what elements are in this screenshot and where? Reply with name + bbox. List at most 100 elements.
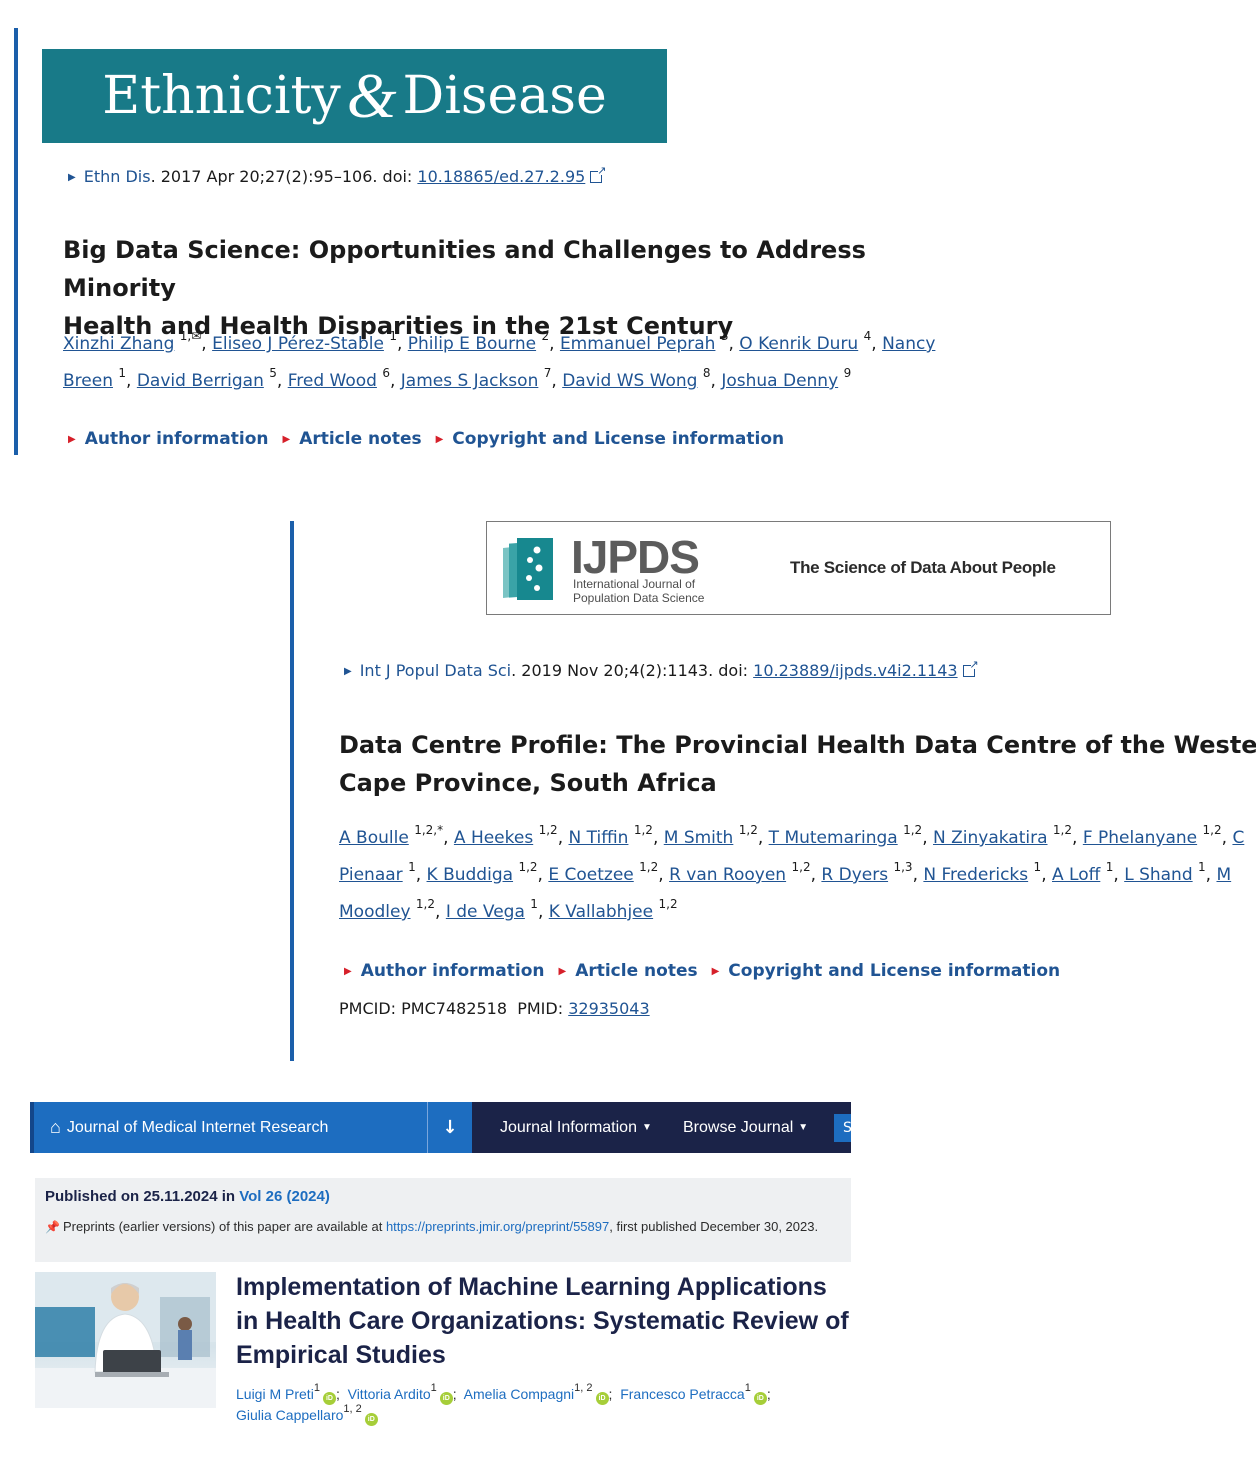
author-link[interactable]: R Dyers [821, 865, 888, 885]
author-link[interactable]: A Boulle [339, 828, 409, 848]
journal-information-menu[interactable]: Journal Information ▼ [500, 1102, 652, 1153]
preprint-suffix: , first published December 30, 2023. [609, 1219, 819, 1234]
copyright-license-toggle[interactable]: ▶ Copyright and License information [712, 961, 1061, 981]
journal-logo-ethnicity-disease[interactable]: Ethnicity & Disease [42, 49, 667, 143]
author-link[interactable]: M [1216, 865, 1231, 885]
journal-abbrev-link[interactable]: Ethn Dis [84, 167, 151, 186]
triangle-right-icon: ▶ [344, 666, 352, 677]
doi-link[interactable]: 10.18865/ed.27.2.95 [417, 167, 585, 186]
author-affiliation: 1,2 [1202, 823, 1222, 838]
author-link[interactable]: David Berrigan [137, 371, 264, 391]
author-information-toggle[interactable]: ▶ Author information [68, 429, 268, 449]
journal-home-link[interactable]: ⌂ Journal of Medical Internet Research [30, 1102, 427, 1153]
author-link[interactable]: L Shand [1124, 865, 1192, 885]
author-link[interactable]: N Fredericks [923, 865, 1028, 885]
author-link[interactable]: R van Rooyen [669, 865, 786, 885]
author-link[interactable]: Fred Wood [288, 371, 377, 391]
truncated-nav-button[interactable]: S [834, 1114, 851, 1142]
caret-right-icon: ▶ [711, 965, 720, 977]
orcid-icon[interactable]: iD [595, 1392, 609, 1405]
section-label: Article notes [299, 429, 422, 449]
author-link[interactable]: A Heekes [454, 828, 533, 848]
author-link[interactable]: F Phelanyane [1083, 828, 1197, 848]
journal-name: Journal of Medical Internet Research [66, 1118, 329, 1136]
author-link[interactable]: A Loff [1052, 865, 1100, 885]
author-link[interactable]: James S Jackson [401, 371, 539, 391]
author-link[interactable]: Breen [63, 371, 113, 391]
author-link[interactable]: Luigi M Preti [236, 1386, 314, 1402]
author-link[interactable]: K Buddiga [427, 865, 514, 885]
author-link[interactable]: Amelia Compagni [464, 1386, 575, 1402]
author-affiliation: 1 [1033, 860, 1042, 875]
doctor-laptop-illustration [35, 1272, 216, 1408]
author-affiliation: 1,2 [538, 823, 558, 838]
doi-link[interactable]: 10.23889/ijpds.v4i2.1143 [753, 661, 957, 680]
article-header-ethn-dis: Ethnicity & Disease ▶ Ethn Dis. 2017 Apr … [14, 28, 974, 455]
menu-label: Browse Journal [683, 1118, 794, 1136]
menu-label: Journal Information [500, 1118, 637, 1136]
journal-abbrev-link[interactable]: Int J Popul Data Sci [360, 661, 511, 680]
author-link[interactable]: Emmanuel Peprah [560, 334, 716, 354]
preprint-link[interactable]: https://preprints.jmir.org/preprint/5589… [386, 1219, 609, 1234]
journal-logo-ijpds[interactable]: IJPDS International Journal of Populatio… [486, 521, 1111, 615]
author-link[interactable]: T Mutemaringa [769, 828, 898, 848]
author-link[interactable]: O Kenrik Duru [739, 334, 858, 354]
envelope-icon[interactable]: ✉ [191, 329, 201, 343]
external-link-icon [590, 164, 606, 183]
author-affiliation: 6 [382, 366, 390, 381]
author-link[interactable]: Moodley [339, 902, 411, 922]
author-link[interactable]: I de Vega [446, 902, 525, 922]
pmcid-label: PMCID: [339, 999, 397, 1018]
author-affiliation: 1,2 [633, 823, 653, 838]
ijpds-logo-icon [503, 538, 553, 600]
author-link[interactable]: C [1232, 828, 1244, 848]
author-affiliation: 1,2 [658, 897, 678, 912]
article-title-line: Big Data Science: Opportunities and Chal… [63, 236, 866, 302]
article-thumbnail-image[interactable] [35, 1272, 216, 1408]
author-link[interactable]: Philip E Bourne [408, 334, 536, 354]
article-notes-toggle[interactable]: ▶ Article notes [558, 961, 697, 981]
volume-link[interactable]: Vol 26 (2024) [239, 1188, 330, 1205]
orcid-icon[interactable]: iD [364, 1413, 378, 1426]
author-affiliation: 7 [543, 366, 552, 381]
author-link[interactable]: Pienaar [339, 865, 403, 885]
author-link[interactable]: Vittoria Ardito [348, 1386, 431, 1402]
copyright-license-toggle[interactable]: ▶ Copyright and License information [436, 429, 785, 449]
article-notes-toggle[interactable]: ▶ Article notes [282, 429, 421, 449]
browse-journal-menu[interactable]: Browse Journal ▼ [683, 1102, 808, 1153]
author-link[interactable]: Joshua Denny [721, 371, 838, 391]
author-link[interactable]: N Tiffin [569, 828, 629, 848]
author-line: Breen 1, David Berrigan 5, Fred Wood 6, … [63, 366, 852, 391]
section-label: Author information [84, 429, 269, 449]
author-link[interactable]: E Coetzee [548, 865, 633, 885]
pmid-link[interactable]: 32935043 [568, 999, 649, 1018]
orcid-icon[interactable]: iD [753, 1392, 767, 1405]
author-link[interactable]: Francesco Petracca [620, 1386, 745, 1402]
logo-text-right: Disease [402, 66, 607, 126]
article-title: Implementation of Machine Learning Appli… [236, 1273, 849, 1369]
author-line: Moodley 1,2, I de Vega 1, K Vallabhjee 1… [339, 897, 678, 922]
author-link[interactable]: Nancy [882, 334, 935, 354]
pmcid-value: PMC7482518 [401, 999, 508, 1018]
arrow-down-icon[interactable]: ↓ [427, 1102, 472, 1153]
author-link[interactable]: Eliseo J Pérez-Stable [212, 334, 384, 354]
orcid-icon[interactable]: iD [439, 1392, 453, 1405]
author-affiliation: 1 [430, 1382, 437, 1395]
pin-icon: 📌 [45, 1220, 60, 1234]
citation-details: . 2017 Apr 20;27(2):95–106. doi: [150, 167, 418, 186]
author-link[interactable]: M Smith [664, 828, 734, 848]
article-title: Data Centre Profile: The Provincial Heal… [339, 726, 1256, 802]
orcid-icon[interactable]: iD [322, 1392, 336, 1405]
author-information-toggle[interactable]: ▶ Author information [344, 961, 544, 981]
author-link[interactable]: Giulia Cappellaro [236, 1407, 343, 1423]
author-affiliation: 1,2 [903, 823, 923, 838]
author-link[interactable]: David WS Wong [562, 371, 697, 391]
logo-text-left: Ethnicity [102, 66, 341, 126]
author-link[interactable]: K Vallabhjee [549, 902, 653, 922]
section-label: Copyright and License information [452, 429, 785, 449]
author-link[interactable]: N Zinyakatira [933, 828, 1048, 848]
article-title-line: Data Centre Profile: The Provincial Heal… [339, 731, 1256, 759]
author-affiliation: 2 [541, 329, 550, 344]
author-link[interactable]: Xinzhi Zhang [63, 334, 174, 354]
author-affiliation: 1,✉ [179, 329, 202, 344]
